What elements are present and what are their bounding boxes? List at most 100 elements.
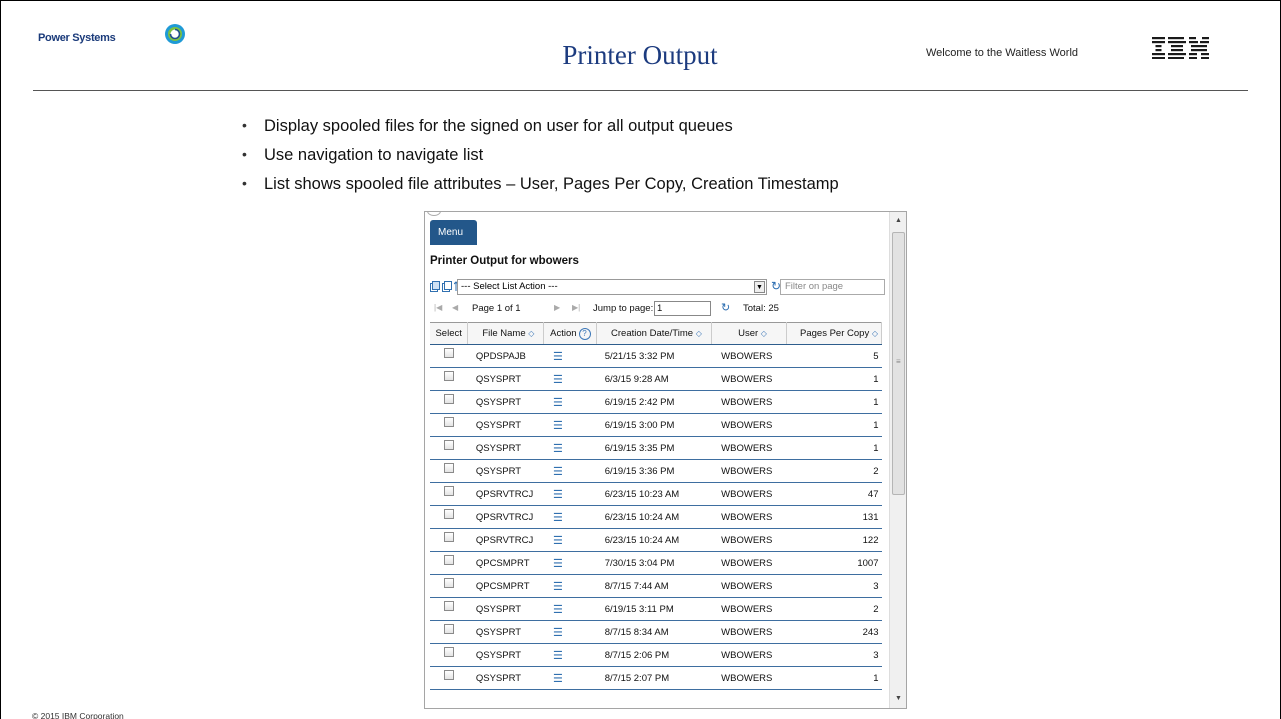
list-icon[interactable]: ☰ [547, 627, 563, 639]
list-icon[interactable]: ☰ [547, 489, 563, 501]
scrollbar-thumb[interactable]: ≡ [892, 232, 905, 495]
user-cell: WBOWERS [711, 505, 787, 529]
list-icon[interactable]: ☰ [547, 374, 563, 386]
copyright: © 2015 IBM Corporation [32, 711, 124, 719]
last-page-icon[interactable]: ▶| [572, 303, 580, 312]
table-row[interactable]: QSYSPRT ☰ 8/7/15 2:07 PM WBOWERS 1 [430, 666, 882, 690]
list-icon[interactable]: ☰ [547, 604, 563, 616]
list-action-select[interactable]: --- Select List Action --- ▼ [457, 279, 767, 295]
grip-icon: ≡ [896, 357, 901, 366]
help-icon[interactable]: ? [578, 327, 591, 340]
creation-date-cell: 8/7/15 8:34 AM [596, 620, 712, 644]
jump-to-page-input[interactable]: 1 [654, 301, 711, 316]
list-icon[interactable]: ☰ [547, 512, 563, 524]
table-row[interactable]: QPCSMPRT ☰ 7/30/15 3:04 PM WBOWERS 1007 [430, 551, 882, 575]
user-cell: WBOWERS [711, 528, 787, 552]
row-checkbox[interactable] [443, 577, 454, 588]
row-checkbox-cell [430, 344, 468, 368]
vertical-scrollbar[interactable]: ▲ ≡ ▼ [889, 212, 906, 708]
column-header-pages-per-copy[interactable]: Pages Per Copy ◇ [786, 322, 882, 345]
table-row[interactable]: QSYSPRT ☰ 6/19/15 2:42 PM WBOWERS 1 [430, 390, 882, 414]
row-checkbox[interactable] [443, 646, 454, 657]
list-icon[interactable]: ☰ [547, 581, 563, 593]
column-header-file-name[interactable]: File Name ◇ [467, 322, 545, 345]
pages-per-copy-cell: 1 [786, 413, 882, 437]
panel-edge-ornament [427, 212, 441, 216]
sort-icon[interactable]: ◇ [696, 329, 702, 338]
filter-input[interactable]: Filter on page [780, 279, 885, 295]
table-row[interactable]: QPCSMPRT ☰ 8/7/15 7:44 AM WBOWERS 3 [430, 574, 882, 598]
table-row[interactable]: QSYSPRT ☰ 6/19/15 3:11 PM WBOWERS 2 [430, 597, 882, 621]
deselect-all-icon[interactable] [442, 281, 452, 292]
list-icon[interactable]: ☰ [547, 420, 563, 432]
row-checkbox[interactable] [443, 347, 454, 358]
table-row[interactable]: QSYSPRT ☰ 8/7/15 8:34 AM WBOWERS 243 [430, 620, 882, 644]
file-name-cell: QSYSPRT [467, 459, 544, 483]
action-cell: ☰ [543, 528, 597, 552]
sort-icon[interactable]: ◇ [528, 329, 534, 338]
row-checkbox[interactable] [443, 416, 454, 427]
list-icon[interactable]: ☰ [547, 535, 563, 547]
table-row[interactable]: QSYSPRT ☰ 6/19/15 3:35 PM WBOWERS 1 [430, 436, 882, 460]
table-row[interactable]: QPDSPAJB ☰ 5/21/15 3:32 PM WBOWERS 5 [430, 344, 882, 368]
list-toolbar: --- Select List Action --- ▼ ↻ Filter on… [430, 279, 890, 297]
go-page-icon[interactable]: ↻ [721, 301, 730, 314]
table-row[interactable]: QPSRVTRCJ ☰ 6/23/15 10:24 AM WBOWERS 122 [430, 528, 882, 552]
list-icon[interactable]: ☰ [547, 466, 563, 478]
sort-icon[interactable]: ◇ [872, 329, 878, 338]
scroll-down-icon[interactable]: ▼ [895, 695, 902, 702]
spooled-file-table: Select File Name ◇ Action? Creation Date… [430, 322, 882, 690]
column-header-creation-date[interactable]: Creation Date/Time ◇ [596, 322, 712, 345]
table-row[interactable]: QPSRVTRCJ ☰ 6/23/15 10:23 AM WBOWERS 47 [430, 482, 882, 506]
list-icon[interactable]: ☰ [547, 650, 563, 662]
row-checkbox[interactable] [443, 554, 454, 565]
bullet-item: List shows spooled file attributes – Use… [242, 175, 839, 204]
user-cell: WBOWERS [711, 436, 787, 460]
list-icon[interactable]: ☰ [547, 443, 563, 455]
action-cell: ☰ [543, 367, 597, 391]
row-checkbox[interactable] [443, 485, 454, 496]
prev-page-icon[interactable]: ◀ [452, 303, 458, 312]
table-row[interactable]: QSYSPRT ☰ 8/7/15 2:06 PM WBOWERS 3 [430, 643, 882, 667]
file-name-cell: QSYSPRT [467, 666, 544, 690]
row-checkbox[interactable] [443, 462, 454, 473]
column-header-action: Action? [543, 322, 598, 345]
table-row[interactable]: QPSRVTRCJ ☰ 6/23/15 10:24 AM WBOWERS 131 [430, 505, 882, 529]
menu-button[interactable]: Menu [430, 220, 477, 245]
row-checkbox[interactable] [443, 669, 454, 680]
list-icon[interactable]: ☰ [547, 351, 563, 363]
file-name-cell: QSYSPRT [467, 597, 544, 621]
row-checkbox-cell [430, 666, 468, 690]
action-cell: ☰ [543, 597, 597, 621]
table-row[interactable]: QSYSPRT ☰ 6/19/15 3:00 PM WBOWERS 1 [430, 413, 882, 437]
sort-icon[interactable]: ◇ [761, 329, 767, 338]
row-checkbox[interactable] [443, 508, 454, 519]
row-checkbox[interactable] [443, 370, 454, 381]
header-divider [33, 90, 1248, 91]
row-checkbox[interactable] [443, 600, 454, 611]
row-checkbox[interactable] [443, 531, 454, 542]
table-row[interactable]: QSYSPRT ☰ 6/19/15 3:36 PM WBOWERS 2 [430, 459, 882, 483]
select-all-icon[interactable] [430, 281, 440, 292]
column-header-user[interactable]: User ◇ [711, 322, 788, 345]
next-page-icon[interactable]: ▶ [554, 303, 560, 312]
table-row[interactable]: QSYSPRT ☰ 6/3/15 9:28 AM WBOWERS 1 [430, 367, 882, 391]
column-header-select: Select [430, 322, 469, 345]
list-icon[interactable]: ☰ [547, 397, 563, 409]
pages-per-copy-cell: 2 [786, 597, 882, 621]
creation-date-cell: 6/19/15 3:00 PM [596, 413, 712, 437]
row-checkbox[interactable] [443, 439, 454, 450]
row-checkbox[interactable] [443, 623, 454, 634]
list-icon[interactable]: ☰ [547, 558, 563, 570]
action-cell: ☰ [543, 436, 597, 460]
first-page-icon[interactable]: |◀ [434, 303, 442, 312]
scroll-up-icon[interactable]: ▲ [895, 217, 902, 224]
row-checkbox-cell [430, 390, 468, 414]
row-checkbox-cell [430, 597, 468, 621]
chevron-down-icon[interactable]: ▼ [754, 281, 765, 293]
action-cell: ☰ [543, 390, 597, 414]
list-icon[interactable]: ☰ [547, 673, 563, 685]
page-indicator: Page 1 of 1 [472, 303, 521, 314]
row-checkbox[interactable] [443, 393, 454, 404]
creation-date-cell: 6/19/15 3:36 PM [596, 459, 712, 483]
